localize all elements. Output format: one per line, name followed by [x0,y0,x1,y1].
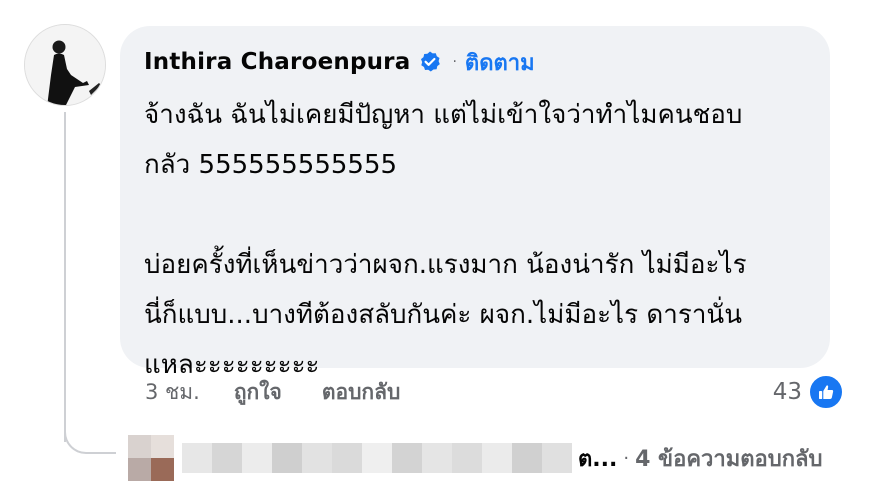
avatar-photo [25,25,105,105]
reply-avatar-blurred [128,435,174,481]
thread-line [64,112,66,442]
comment-text: จ้างฉัน ฉันไม่เคยมีปัญหา แต่ไม่เข้าใจว่า… [144,100,747,380]
follow-button[interactable]: ติดตาม [465,45,535,80]
like-button[interactable]: ถูกใจ [234,376,282,409]
separator-dot: · [452,54,457,70]
comment-header: Inthira Charoenpura · ติดตาม [144,44,806,80]
reaction-summary[interactable]: 43 [773,374,844,410]
thread-connector [64,412,116,454]
author-name[interactable]: Inthira Charoenpura [144,49,410,75]
avatar[interactable] [24,24,106,106]
reply-button[interactable]: ตอบกลับ [322,376,401,409]
comment-actions: 3 ชม. ถูกใจ ตอบกลับ [145,372,400,412]
verified-badge-icon [421,51,441,72]
comment-bubble: Inthira Charoenpura · ติดตาม จ้างฉัน ฉัน… [120,26,830,380]
reply-preview[interactable]: ต... · 4 ข้อความตอบกลับ [128,432,822,484]
reaction-count: 43 [772,379,802,405]
view-replies-link[interactable]: 4 ข้อความตอบกลับ [635,441,822,476]
comment-timestamp[interactable]: 3 ชม. [145,376,200,409]
separator-dot: · [623,447,630,469]
thumbs-up-icon [808,374,844,410]
reply-author-truncated: ต... [578,446,618,472]
reply-name-blurred [182,443,572,473]
